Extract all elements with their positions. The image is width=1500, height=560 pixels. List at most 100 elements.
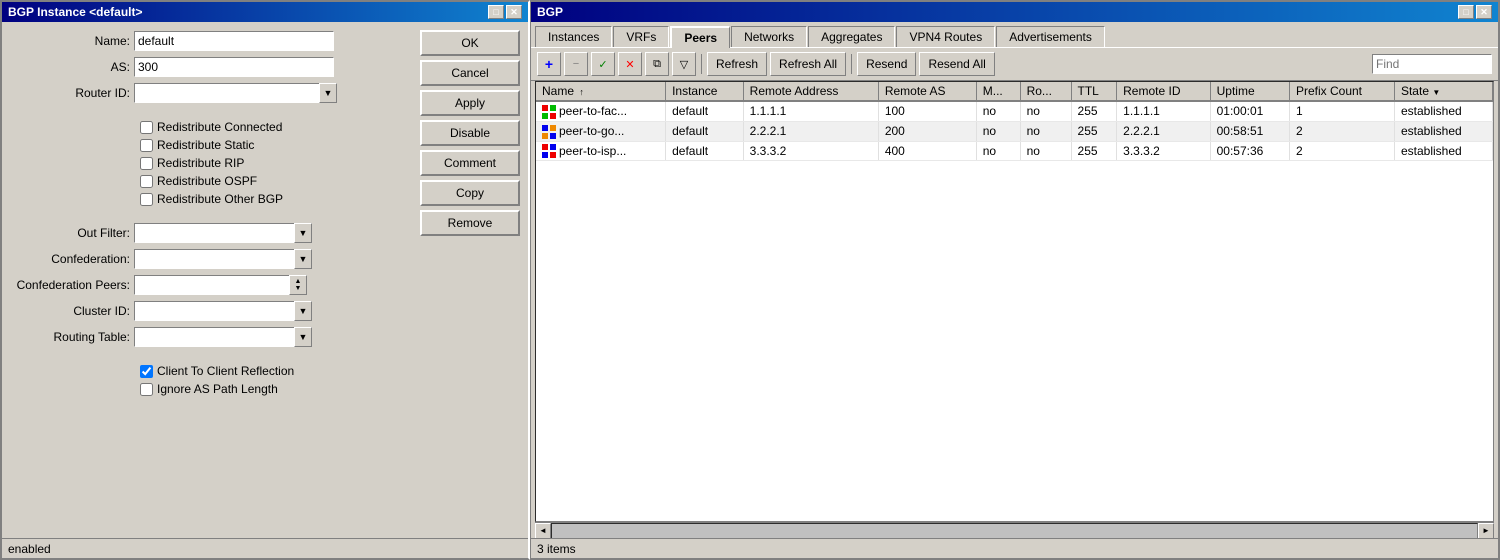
ignore-as-checkbox[interactable] [140,383,153,396]
minimize-button[interactable]: □ [488,5,504,19]
col-m[interactable]: M... [976,82,1020,101]
form-area: Name: AS: Router ID: ▼ Redistribute Conn [10,30,412,530]
tab-vpn4-routes[interactable]: VPN4 Routes [896,26,995,47]
scroll-track[interactable] [551,523,1478,539]
tab-vrfs[interactable]: VRFs [613,26,669,47]
scroll-left-button[interactable]: ◄ [535,523,551,539]
right-title-buttons: □ ✕ [1458,5,1492,19]
table-row[interactable]: peer-to-go...default2.2.2.1200nono2552.2… [536,121,1493,141]
filter-button[interactable]: ▽ [672,52,696,76]
left-title-buttons: □ ✕ [488,5,522,19]
redistribute-rip-label: Redistribute RIP [157,156,244,170]
peers-table: Name ↑ Instance Remote Address Remote AS… [536,82,1493,161]
confederation-field: ▼ [134,249,412,269]
toolbar: + − ✓ ✕ ⧉ ▽ Refresh Refresh All Resend R… [531,47,1498,81]
table-row[interactable]: peer-to-isp...default3.3.3.2400nono2553.… [536,141,1493,161]
col-state[interactable]: State ▼ [1394,82,1492,101]
resend-button[interactable]: Resend [857,52,916,76]
remove-button[interactable]: Remove [420,210,520,236]
comment-button[interactable]: Comment [420,150,520,176]
as-row: AS: [10,56,412,78]
table-container: Name ↑ Instance Remote Address Remote AS… [535,81,1494,522]
router-id-input[interactable] [134,83,319,103]
check-button[interactable]: ✓ [591,52,615,76]
confederation-peers-row: Confederation Peers: ▲▼ [10,274,412,296]
col-instance[interactable]: Instance [666,82,744,101]
name-label: Name: [10,34,130,48]
router-id-label: Router ID: [10,86,130,100]
add-button[interactable]: + [537,52,561,76]
copy-icon-button[interactable]: ⧉ [645,52,669,76]
peer-icon [542,105,556,119]
name-row: Name: [10,30,412,52]
tab-aggregates[interactable]: Aggregates [808,26,895,47]
router-id-row: Router ID: ▼ [10,82,412,104]
remove-icon-button[interactable]: − [564,52,588,76]
col-prefix-count[interactable]: Prefix Count [1289,82,1394,101]
refresh-button[interactable]: Refresh [707,52,767,76]
peer-icon [542,125,556,139]
col-remote-as[interactable]: Remote AS [878,82,976,101]
redistribute-ospf-row: Redistribute OSPF [10,174,412,188]
redistribute-ospf-label: Redistribute OSPF [157,174,257,188]
as-input[interactable] [134,57,334,77]
redistribute-connected-row: Redistribute Connected [10,120,412,134]
tab-advertisements[interactable]: Advertisements [996,26,1105,47]
routing-table-input[interactable] [134,327,294,347]
confederation-input[interactable] [134,249,294,269]
left-status-text: enabled [8,542,51,556]
name-input[interactable] [134,31,334,51]
close-button[interactable]: ✕ [506,5,522,19]
confederation-peers-field: ▲▼ [134,275,412,295]
x-button[interactable]: ✕ [618,52,642,76]
col-remote-id[interactable]: Remote ID [1117,82,1210,101]
routing-table-dropdown[interactable]: ▼ [294,327,312,347]
col-name[interactable]: Name ↑ [536,82,666,101]
find-input[interactable] [1372,54,1492,74]
tab-instances[interactable]: Instances [535,26,612,47]
separator1 [701,54,702,74]
table-row[interactable]: peer-to-fac...default1.1.1.1100nono2551.… [536,101,1493,121]
resend-all-button[interactable]: Resend All [919,52,994,76]
col-ro[interactable]: Ro... [1020,82,1071,101]
right-close-button[interactable]: ✕ [1476,5,1492,19]
redistribute-connected-checkbox[interactable] [140,121,153,134]
out-filter-input[interactable] [134,223,294,243]
scroll-right-button[interactable]: ► [1478,523,1494,539]
as-label: AS: [10,60,130,74]
peer-icon [542,144,556,158]
redistribute-connected-label: Redistribute Connected [157,120,282,134]
client-reflection-checkbox[interactable] [140,365,153,378]
confederation-peers-dropdown[interactable]: ▲▼ [289,275,307,295]
client-reflection-row: Client To Client Reflection [10,364,412,378]
copy-button[interactable]: Copy [420,180,520,206]
tab-networks[interactable]: Networks [731,26,807,47]
redistribute-static-checkbox[interactable] [140,139,153,152]
tab-peers[interactable]: Peers [670,26,730,48]
ignore-as-row: Ignore AS Path Length [10,382,412,396]
col-remote-address[interactable]: Remote Address [743,82,878,101]
confederation-dropdown[interactable]: ▼ [294,249,312,269]
left-panel: BGP Instance <default> □ ✕ Name: AS: Rou… [0,0,530,560]
left-title-bar: BGP Instance <default> □ ✕ [2,2,528,22]
router-id-field: ▼ [134,83,412,103]
right-minimize-button[interactable]: □ [1458,5,1474,19]
cancel-button[interactable]: Cancel [420,60,520,86]
client-reflection-label: Client To Client Reflection [157,364,294,378]
apply-button[interactable]: Apply [420,90,520,116]
redistribute-other-checkbox[interactable] [140,193,153,206]
refresh-all-button[interactable]: Refresh All [770,52,846,76]
redistribute-rip-checkbox[interactable] [140,157,153,170]
ok-button[interactable]: OK [420,30,520,56]
cluster-id-input[interactable] [134,301,294,321]
confederation-peers-input[interactable] [134,275,289,295]
out-filter-dropdown[interactable]: ▼ [294,223,312,243]
disable-button[interactable]: Disable [420,120,520,146]
cluster-id-dropdown[interactable]: ▼ [294,301,312,321]
right-status-bar: 3 items [531,538,1498,558]
redistribute-ospf-checkbox[interactable] [140,175,153,188]
col-uptime[interactable]: Uptime [1210,82,1289,101]
router-id-dropdown[interactable]: ▼ [319,83,337,103]
col-ttl[interactable]: TTL [1071,82,1117,101]
confederation-peers-label: Confederation Peers: [10,278,130,292]
